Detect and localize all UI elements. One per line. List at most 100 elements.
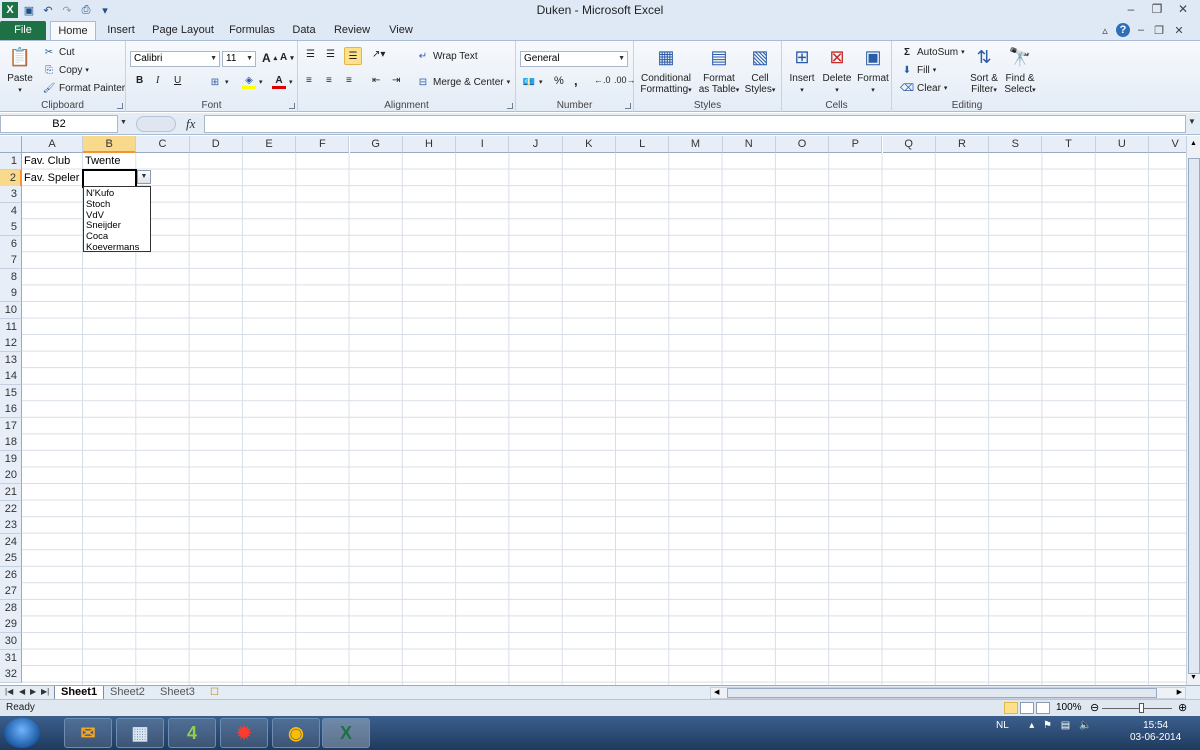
clipboard-launcher-icon[interactable] — [117, 103, 123, 109]
column-header-K[interactable]: K — [562, 136, 616, 153]
format-as-table-button[interactable]: ▤ Format as Table▾ — [698, 44, 740, 96]
row-header-17[interactable]: 17 — [0, 417, 22, 435]
row-header-23[interactable]: 23 — [0, 517, 22, 535]
column-header-S[interactable]: S — [989, 136, 1043, 153]
chrome-taskbar-icon[interactable]: ◉ — [272, 718, 320, 748]
column-header-R[interactable]: R — [935, 136, 990, 153]
align-left-icon[interactable]: ≡ — [306, 75, 312, 86]
row-header-27[interactable]: 27 — [0, 583, 22, 601]
alignment-launcher-icon[interactable] — [507, 103, 513, 109]
tab-page-layout[interactable]: Page Layout — [148, 21, 218, 40]
calculator-taskbar-icon[interactable]: ▦ — [116, 718, 164, 748]
dropdown-item[interactable]: Koevermans — [86, 242, 148, 254]
cell-B1[interactable]: Twente — [83, 153, 183, 170]
zoom-slider-thumb[interactable] — [1139, 703, 1144, 713]
align-center-icon[interactable]: ≡ — [326, 75, 332, 86]
fill-color-button[interactable]: ◈ ▾ — [242, 75, 263, 89]
align-bottom-icon[interactable]: ☰ — [344, 47, 362, 65]
bold-button[interactable]: B — [136, 75, 143, 86]
column-header-B[interactable]: B — [83, 136, 137, 153]
tab-file[interactable]: File — [0, 21, 46, 40]
zoom-in-icon[interactable]: ⊕ — [1178, 701, 1187, 714]
row-header-10[interactable]: 10 — [0, 301, 22, 319]
select-all-corner[interactable] — [0, 136, 22, 153]
close-icon[interactable]: ✕ — [1170, 1, 1196, 17]
column-header-E[interactable]: E — [242, 136, 297, 153]
cut-button[interactable]: ✂ Cut — [42, 45, 75, 59]
column-header-A[interactable]: A — [22, 136, 83, 153]
page-layout-view-icon[interactable] — [1020, 702, 1034, 714]
row-header-21[interactable]: 21 — [0, 484, 22, 501]
last-sheet-icon[interactable]: ▶| — [41, 687, 49, 696]
row-header-6[interactable]: 6 — [0, 235, 22, 253]
scroll-right-icon[interactable]: ▶ — [1177, 688, 1182, 696]
decrease-indent-icon[interactable]: ⇤ — [372, 75, 380, 86]
outlook-taskbar-icon[interactable]: ✉ — [64, 718, 112, 748]
row-header-3[interactable]: 3 — [0, 186, 22, 204]
row-header-2[interactable]: 2 — [0, 169, 22, 187]
language-indicator[interactable]: NL — [996, 720, 1008, 731]
workbook-close-icon[interactable]: ✕ — [1172, 23, 1186, 37]
accounting-format-button[interactable]: 💶 ▾ — [522, 75, 543, 89]
next-sheet-icon[interactable]: ▶ — [30, 687, 36, 696]
column-header-O[interactable]: O — [775, 136, 830, 153]
validation-dropdown-arrow-icon[interactable]: ▼ — [137, 170, 151, 184]
vertical-scroll-thumb[interactable] — [1188, 158, 1200, 674]
normal-view-icon[interactable] — [1004, 702, 1018, 714]
increase-indent-icon[interactable]: ⇥ — [392, 75, 400, 86]
paste-button[interactable]: 📋 Paste ▾ — [4, 44, 36, 96]
network-icon[interactable]: ▤ — [1061, 720, 1070, 731]
worksheet-grid[interactable]: ABCDEFGHIJKLMNOPQRSTUV 1 2 3 4 5 6 7 8 9 10 11 12 13… — [0, 136, 1186, 685]
column-header-J[interactable]: J — [509, 136, 563, 153]
number-format-select[interactable]: General ▼ — [520, 51, 628, 67]
column-header-C[interactable]: C — [136, 136, 190, 153]
formula-bar-grip[interactable] — [136, 116, 176, 132]
row-header-15[interactable]: 15 — [0, 384, 22, 402]
borders-button[interactable]: ⊞ ▾ — [208, 75, 229, 89]
row-header-5[interactable]: 5 — [0, 219, 22, 237]
row-header-1[interactable]: 1 — [0, 153, 22, 170]
row-header-20[interactable]: 20 — [0, 467, 22, 485]
row-header-30[interactable]: 30 — [0, 632, 22, 650]
vertical-scrollbar[interactable]: ▲ ▼ — [1186, 136, 1200, 685]
delete-cells-button[interactable]: ⊠ Delete ▾ — [820, 44, 854, 96]
insert-worksheet-icon[interactable]: ☐ — [210, 687, 219, 698]
restore-icon[interactable]: ❐ — [1144, 1, 1170, 17]
first-sheet-icon[interactable]: |◀ — [5, 687, 13, 696]
column-header-H[interactable]: H — [402, 136, 457, 153]
font-size-select[interactable]: 11 ▼ — [222, 51, 256, 67]
tab-view[interactable]: View — [382, 21, 420, 40]
zoom-level[interactable]: 100% — [1056, 702, 1082, 713]
scroll-left-icon[interactable]: ◀ — [714, 688, 719, 696]
row-header-8[interactable]: 8 — [0, 268, 22, 286]
column-header-M[interactable]: M — [669, 136, 723, 153]
channel4-taskbar-icon[interactable]: 4 — [168, 718, 216, 748]
minimize-icon[interactable]: – — [1118, 1, 1144, 17]
fill-button[interactable]: ⬇ Fill ▾ — [900, 63, 937, 77]
sheet-tab-3[interactable]: Sheet3 — [154, 686, 201, 700]
tab-data[interactable]: Data — [286, 21, 322, 40]
sort-filter-button[interactable]: ⇅ Sort & Filter▾ — [966, 44, 1002, 96]
row-header-4[interactable]: 4 — [0, 202, 22, 220]
zoom-slider-track[interactable] — [1102, 708, 1172, 709]
page-break-view-icon[interactable] — [1036, 702, 1050, 714]
copy-button[interactable]: ⎘ Copy ▾ — [42, 63, 89, 77]
italic-button[interactable]: I — [156, 75, 159, 86]
zoom-out-icon[interactable]: ⊖ — [1090, 701, 1099, 714]
column-header-Q[interactable]: Q — [882, 136, 936, 153]
help-icon[interactable]: ? — [1116, 23, 1130, 37]
increase-decimal-icon[interactable]: ←.0 — [594, 75, 611, 85]
column-header-G[interactable]: G — [349, 136, 403, 153]
prev-sheet-icon[interactable]: ◀ — [19, 687, 25, 696]
row-header-26[interactable]: 26 — [0, 566, 22, 584]
column-header-D[interactable]: D — [189, 136, 243, 153]
column-header-L[interactable]: L — [616, 136, 670, 153]
decrease-decimal-icon[interactable]: .00→ — [614, 75, 636, 85]
row-header-9[interactable]: 9 — [0, 285, 22, 303]
column-header-F[interactable]: F — [296, 136, 350, 153]
cell-styles-button[interactable]: ▧ Cell Styles▾ — [742, 44, 778, 96]
column-header-N[interactable]: N — [722, 136, 776, 153]
tab-insert[interactable]: Insert — [100, 21, 142, 40]
column-header-U[interactable]: U — [1095, 136, 1149, 153]
row-header-18[interactable]: 18 — [0, 434, 22, 452]
